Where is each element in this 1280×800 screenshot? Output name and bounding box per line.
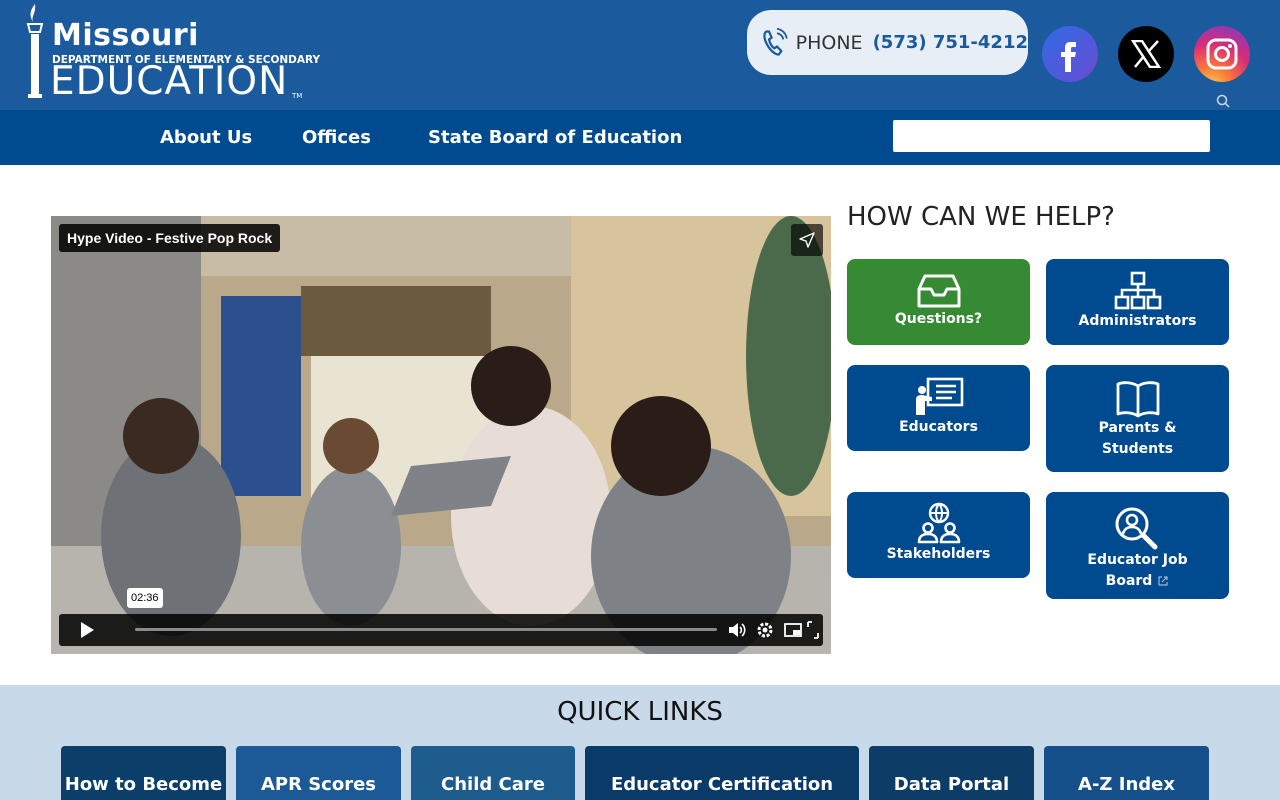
search-icon[interactable] [1216, 94, 1230, 108]
nav-offices[interactable]: Offices [302, 110, 371, 165]
play-glyph [81, 622, 94, 638]
play-icon[interactable] [59, 614, 115, 646]
nav-about-us[interactable]: About Us [160, 110, 252, 165]
logo-state-text: Missouri [52, 18, 199, 53]
quick-links-heading: QUICK LINKS [557, 697, 723, 727]
quick-link-child-care[interactable]: Child Care [411, 746, 575, 800]
quick-links-section: QUICK LINKS How to Become APR Scores Chi… [0, 685, 1280, 800]
tile-parents-students[interactable]: Parents & Students [1046, 365, 1229, 472]
phone-icon [763, 27, 788, 56]
tile-questions[interactable]: Questions? [847, 259, 1030, 345]
site-header: Missouri DEPARTMENT OF ELEMENTARY & SECO… [0, 0, 1280, 110]
tile-stakeholders-label: Stakeholders [886, 546, 991, 562]
torch-icon [26, 4, 44, 98]
logo-trademark: TM [292, 92, 303, 100]
video-progress-bar[interactable] [135, 628, 717, 631]
tile-educator-job-label: Educator Job [1087, 552, 1188, 568]
group-globe-icon [917, 502, 960, 544]
quick-link-data-portal[interactable]: Data Portal [869, 746, 1034, 800]
tile-parents-label: Parents & [1098, 420, 1177, 436]
nav-state-board[interactable]: State Board of Education [428, 110, 682, 165]
phone-number[interactable]: (573) 751-4212 [873, 32, 1028, 53]
facebook-glyph [1061, 42, 1076, 72]
external-link-icon [1158, 576, 1168, 586]
quick-link-apr-scores[interactable]: APR Scores [236, 746, 401, 800]
fullscreen-icon[interactable] [807, 620, 819, 640]
video-title[interactable]: Hype Video - Festive Pop Rock [59, 224, 281, 252]
org-chart-icon [1114, 271, 1161, 310]
quick-link-how-to-become[interactable]: How to Become [61, 746, 226, 800]
tile-board-label-row: Board [1046, 571, 1229, 592]
quick-link-a-z-index[interactable]: A-Z Index [1044, 746, 1209, 800]
share-icon[interactable] [791, 224, 823, 256]
tile-administrators[interactable]: Administrators [1046, 259, 1229, 345]
tile-questions-label: Questions? [894, 311, 983, 327]
video-player[interactable]: Hype Video - Festive Pop Rock 02:36 [51, 216, 831, 654]
tile-educator-job-board[interactable]: Educator Job Board [1046, 492, 1229, 599]
help-heading: HOW CAN WE HELP? [847, 202, 1115, 232]
main-nav: About Us Offices State Board of Educatio… [0, 110, 1280, 165]
missouri-education-logo[interactable]: Missouri DEPARTMENT OF ELEMENTARY & SECO… [20, 2, 320, 104]
share-glyph [799, 232, 815, 248]
video-controls: 02:36 [59, 588, 823, 646]
search-person-icon [1115, 507, 1157, 550]
logo-education-text: EDUCATION [50, 59, 289, 104]
teacher-board-icon [915, 377, 963, 415]
instagram-glyph [1206, 38, 1238, 70]
phone-contact[interactable]: PHONE (573) 751-4212 [747, 10, 1028, 75]
video-frame-image [51, 216, 831, 654]
tile-students-label: Students [1101, 441, 1174, 457]
volume-icon[interactable] [727, 620, 747, 640]
tile-educators-label: Educators [899, 419, 978, 435]
phone-label: PHONE [795, 31, 863, 54]
facebook-icon[interactable] [1042, 26, 1098, 82]
quick-link-educator-certification[interactable]: Educator Certification [585, 746, 859, 800]
x-icon[interactable] [1118, 26, 1174, 82]
tile-board-label: Board [1105, 573, 1153, 589]
x-glyph [1131, 40, 1161, 68]
tile-stakeholders[interactable]: Stakeholders [847, 492, 1030, 578]
book-icon [1116, 381, 1159, 418]
video-time-tooltip: 02:36 [127, 588, 163, 608]
instagram-icon[interactable] [1194, 26, 1250, 82]
settings-icon[interactable] [755, 620, 775, 640]
inbox-icon [917, 274, 960, 308]
picture-in-picture-icon[interactable] [783, 620, 803, 640]
tile-educators[interactable]: Educators [847, 365, 1030, 451]
search-input[interactable] [893, 120, 1210, 152]
tile-administrators-label: Administrators [1078, 313, 1197, 329]
